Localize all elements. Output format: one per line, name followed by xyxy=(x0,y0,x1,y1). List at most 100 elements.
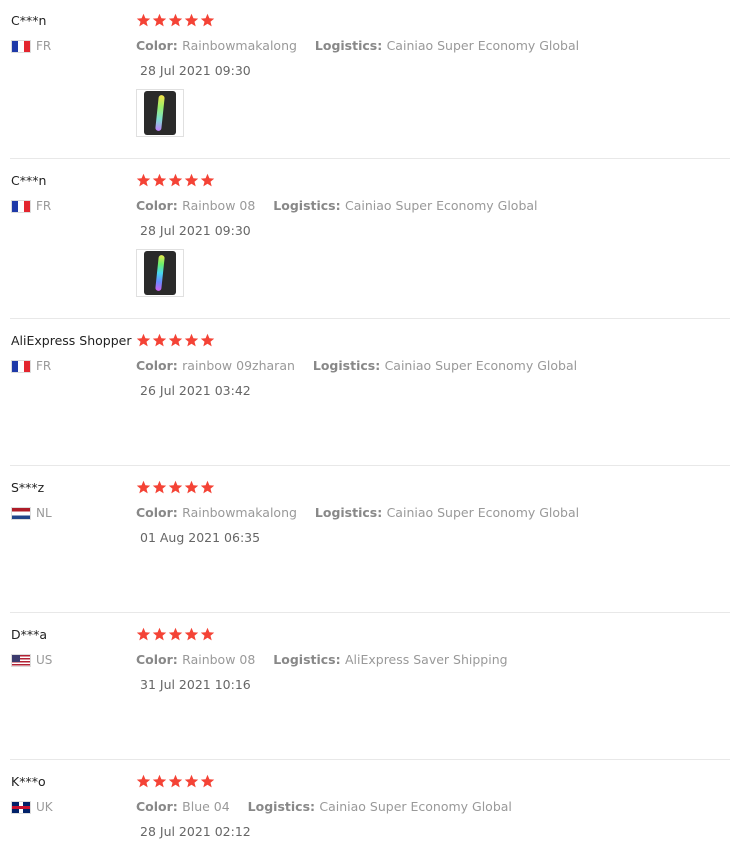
divider xyxy=(10,158,730,159)
logistics-label: Logistics: xyxy=(273,198,345,213)
light-stick-photo xyxy=(144,91,176,135)
review-item: D***a US Color: Rainbow 08 Logistics: Al… xyxy=(0,614,730,760)
star-icon xyxy=(136,333,151,347)
logistics-value: Cainiao Super Economy Global xyxy=(386,38,580,53)
review-attributes: Color: Rainbowmakalong Logistics: Cainia… xyxy=(136,38,579,53)
country-flag-icon xyxy=(11,800,31,814)
color-value: Rainbow 08 xyxy=(182,652,256,667)
star-icon xyxy=(184,480,199,494)
logistics-value: Cainiao Super Economy Global xyxy=(384,358,578,373)
color-value: Rainbowmakalong xyxy=(182,38,297,53)
star-icon xyxy=(200,627,215,641)
light-stick-photo xyxy=(144,251,176,295)
star-rating xyxy=(136,173,215,188)
color-value: Rainbowmakalong xyxy=(182,505,297,520)
logistics-label: Logistics: xyxy=(247,799,320,814)
star-rating xyxy=(136,333,215,348)
review-attributes: Color: Rainbow 08 Logistics: AliExpress … xyxy=(136,652,508,667)
divider xyxy=(10,612,730,613)
country-code: NL xyxy=(36,506,52,520)
star-icon xyxy=(200,173,215,187)
star-icon xyxy=(168,480,183,494)
star-icon xyxy=(152,774,167,788)
country-flag-icon xyxy=(11,506,31,520)
star-icon xyxy=(200,480,215,494)
divider xyxy=(10,759,730,760)
star-icon xyxy=(152,333,167,347)
reviewer-country: US xyxy=(11,653,52,667)
star-icon xyxy=(184,774,199,788)
country-code: UK xyxy=(36,800,53,814)
review-item: S***z NL Color: Rainbowmakalong Logistic… xyxy=(0,467,730,613)
logistics-label: Logistics: xyxy=(314,38,387,53)
color-label: Color: xyxy=(136,652,183,667)
review-item: K***o UK Color: Blue 04 Logistics: Caini… xyxy=(0,761,730,851)
reviewer-country: FR xyxy=(11,199,51,213)
review-item: AliExpress Shopper FR Color: rainbow 09z… xyxy=(0,320,730,466)
star-icon xyxy=(152,627,167,641)
star-icon xyxy=(200,333,215,347)
star-icon xyxy=(136,627,151,641)
star-icon xyxy=(152,480,167,494)
star-icon xyxy=(152,13,167,27)
star-rating xyxy=(136,480,215,495)
star-icon xyxy=(168,333,183,347)
reviewer-name: K***o xyxy=(11,774,46,789)
color-label: Color: xyxy=(136,505,183,520)
star-icon xyxy=(184,333,199,347)
logistics-label: Logistics: xyxy=(314,505,387,520)
country-code: US xyxy=(36,653,53,667)
star-icon xyxy=(168,173,183,187)
star-icon xyxy=(184,13,199,27)
color-value: Blue 04 xyxy=(182,799,230,814)
reviewer-name: C***n xyxy=(11,173,47,188)
reviewer-name: AliExpress Shopper xyxy=(11,333,132,348)
review-item: C***n FR Color: Rainbow 08 Logistics: Ca… xyxy=(0,160,730,319)
review-attributes: Color: Rainbow 08 Logistics: Cainiao Sup… xyxy=(136,198,538,213)
color-label: Color: xyxy=(136,358,183,373)
star-icon xyxy=(136,173,151,187)
color-label: Color: xyxy=(136,198,183,213)
country-flag-icon xyxy=(11,199,31,213)
star-icon xyxy=(184,627,199,641)
logistics-value: Cainiao Super Economy Global xyxy=(344,198,538,213)
star-icon xyxy=(168,774,183,788)
country-flag-icon xyxy=(11,653,31,667)
reviewer-country: FR xyxy=(11,39,51,53)
review-item: C***n FR Color: Rainbowmakalong Logistic… xyxy=(0,0,730,159)
star-icon xyxy=(168,13,183,27)
color-label: Color: xyxy=(136,799,183,814)
divider xyxy=(10,465,730,466)
color-value: Rainbow 08 xyxy=(182,198,256,213)
country-code: FR xyxy=(36,359,52,373)
review-date: 28 Jul 2021 09:30 xyxy=(140,223,251,238)
divider xyxy=(10,318,730,319)
review-attributes: Color: Rainbowmakalong Logistics: Cainia… xyxy=(136,505,579,520)
star-icon xyxy=(136,480,151,494)
logistics-value: Cainiao Super Economy Global xyxy=(386,505,580,520)
review-photo-thumbnail[interactable] xyxy=(136,89,184,137)
review-date: 28 Jul 2021 02:12 xyxy=(140,824,251,839)
reviewer-name: S***z xyxy=(11,480,45,495)
review-date: 26 Jul 2021 03:42 xyxy=(140,383,251,398)
star-rating xyxy=(136,627,215,642)
reviewer-name: C***n xyxy=(11,13,47,28)
reviewer-name: D***a xyxy=(11,627,48,642)
star-icon xyxy=(184,173,199,187)
star-icon xyxy=(168,627,183,641)
review-attributes: Color: Blue 04 Logistics: Cainiao Super … xyxy=(136,799,512,814)
logistics-label: Logistics: xyxy=(312,358,385,373)
logistics-value: AliExpress Saver Shipping xyxy=(344,652,508,667)
reviewer-country: FR xyxy=(11,359,51,373)
country-flag-icon xyxy=(11,39,31,53)
review-photo-thumbnail[interactable] xyxy=(136,249,184,297)
reviewer-country: NL xyxy=(11,506,52,520)
star-icon xyxy=(152,173,167,187)
color-value: rainbow 09zharan xyxy=(182,358,295,373)
star-rating xyxy=(136,774,215,789)
review-date: 31 Jul 2021 10:16 xyxy=(140,677,251,692)
reviewer-country: UK xyxy=(11,800,53,814)
star-icon xyxy=(136,13,151,27)
review-attributes: Color: rainbow 09zharan Logistics: Caini… xyxy=(136,358,577,373)
logistics-label: Logistics: xyxy=(273,652,345,667)
